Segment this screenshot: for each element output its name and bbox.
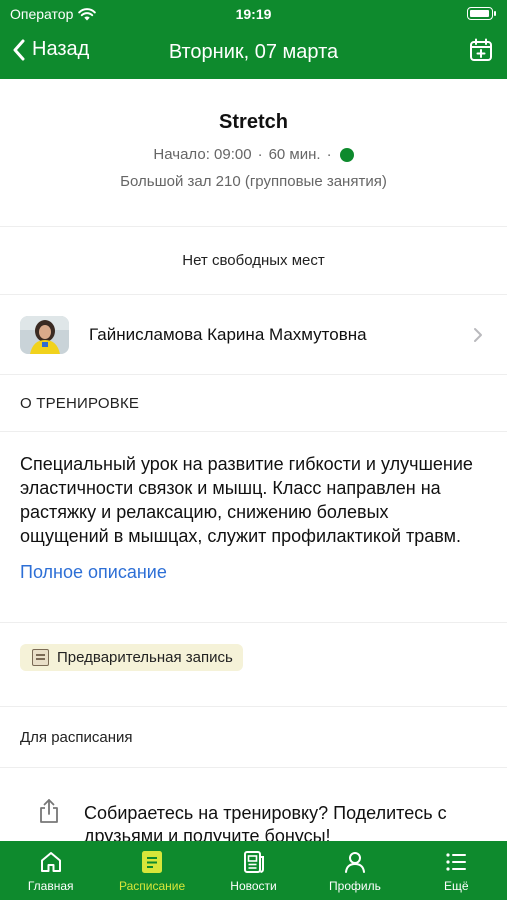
battery-icon xyxy=(467,7,496,20)
trainer-row[interactable]: Гайнисламова Карина Махмутовна xyxy=(0,295,507,375)
add-to-calendar-button[interactable] xyxy=(469,38,493,67)
trainer-name: Гайнисламова Карина Махмутовна xyxy=(89,324,367,344)
profile-icon xyxy=(344,852,365,873)
tab-schedule-label: Расписание xyxy=(119,879,186,893)
about-heading: О ТРЕНИРОВКЕ xyxy=(0,375,507,432)
tab-profile-label: Профиль xyxy=(329,879,381,893)
tab-news-label: Новости xyxy=(230,879,277,893)
calendar-plus-icon xyxy=(470,38,492,61)
tab-news[interactable]: Новости xyxy=(203,841,304,900)
start-time: Начало: 09:00 xyxy=(153,146,252,163)
back-label: Назад xyxy=(32,38,90,60)
tab-more[interactable]: Ещё xyxy=(406,841,507,900)
workout-details: Stretch Начало: 09:00 · 60 мин. · Большо… xyxy=(0,79,507,841)
top-bar: Оператор 19:19 Назад Вторник, 07 марта xyxy=(0,0,507,79)
nav-bar: Назад Вторник, 07 марта xyxy=(0,30,507,76)
booking-tag: Предварительная запись xyxy=(20,644,243,671)
status-time: 19:19 xyxy=(235,6,272,22)
chevron-left-icon xyxy=(13,39,25,60)
workout-description: Специальный урок на развитие гибкости и … xyxy=(20,454,473,546)
tab-schedule[interactable]: Расписание xyxy=(101,841,202,900)
room-name: Большой зал 210 (групповые занятия) xyxy=(120,173,387,190)
share-banner[interactable]: Собираетесь на тренировку? Поделитесь с … xyxy=(0,768,507,841)
full-description-link[interactable]: Полное описание xyxy=(0,548,507,605)
schedule-icon xyxy=(142,851,163,873)
tab-more-label: Ещё xyxy=(444,879,469,893)
workout-meta: Начало: 09:00 · 60 мин. · xyxy=(0,146,507,163)
duration: 60 мин. xyxy=(268,146,321,163)
workout-header: Stretch Начало: 09:00 · 60 мин. · Большо… xyxy=(0,79,507,227)
meta-separator: · xyxy=(326,146,332,163)
tag-section: Предварительная запись xyxy=(0,623,507,707)
share-icon xyxy=(40,799,58,823)
trainer-avatar xyxy=(20,315,69,354)
tab-profile[interactable]: Профиль xyxy=(304,841,405,900)
status-bar: Оператор 19:19 xyxy=(0,0,507,28)
tab-home-label: Главная xyxy=(27,879,74,893)
for-schedule-label: Для расписания xyxy=(0,707,507,768)
workout-title: Stretch xyxy=(219,111,288,133)
clipboard-icon xyxy=(32,649,49,666)
news-icon xyxy=(243,851,264,873)
more-list-icon xyxy=(446,853,467,871)
meta-separator: · xyxy=(257,146,263,163)
back-button[interactable]: Назад xyxy=(12,38,89,61)
chevron-right-icon xyxy=(474,328,482,342)
availability-status: Нет свободных мест xyxy=(0,227,507,295)
tab-bar: Главная Расписание Новости Профиль Ещё xyxy=(0,841,507,900)
share-text: Собираетесь на тренировку? Поделитесь с … xyxy=(84,803,447,841)
booking-tag-label: Предварительная запись xyxy=(57,649,233,666)
status-dot xyxy=(339,147,354,162)
tab-home[interactable]: Главная xyxy=(0,841,101,900)
home-icon xyxy=(40,852,61,872)
